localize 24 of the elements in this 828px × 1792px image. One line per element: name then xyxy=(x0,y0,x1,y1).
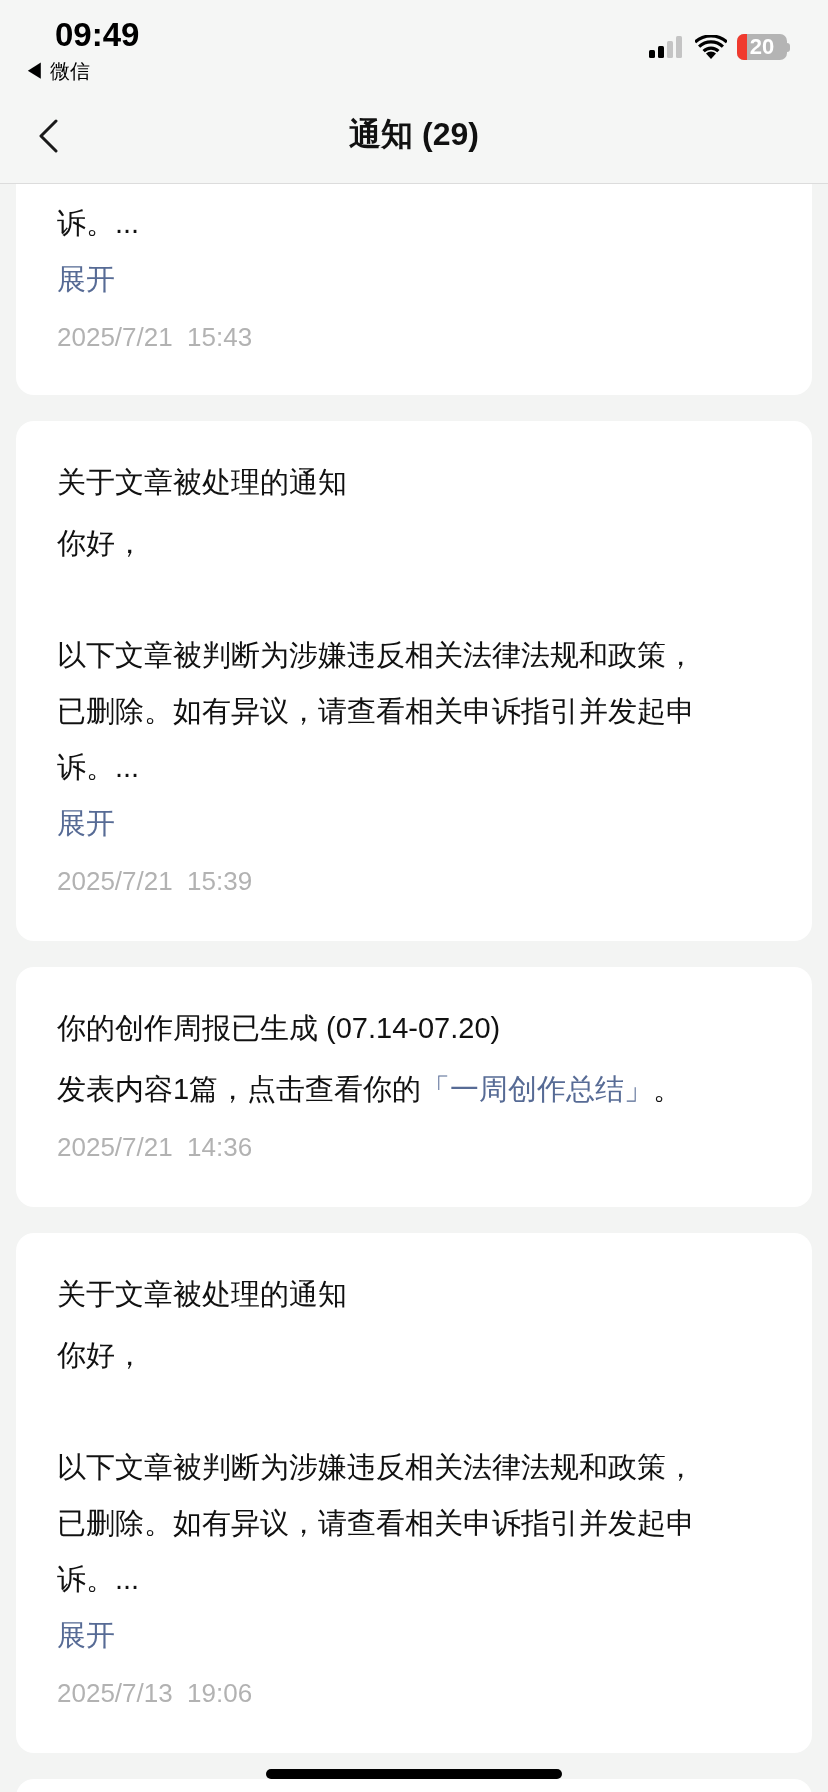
timestamp: 2025/7/21 14:36 xyxy=(57,1131,253,1164)
notification-title: 你的创作周报已生成 (07.14-07.20) xyxy=(57,1011,502,1046)
greeting-text: 你好， xyxy=(57,1338,145,1373)
page-title: 通知 (29) xyxy=(349,115,479,154)
back-icon xyxy=(38,119,58,153)
summary-link[interactable]: 「一周创作总结」 xyxy=(421,1073,654,1105)
expand-link[interactable]: 展开 xyxy=(57,251,115,307)
status-time: 09:49 xyxy=(55,16,140,54)
notification-body: 以下文章被判断为涉嫌违反相关法律法规和政策， 已删除。如有异议，请查看相关申诉指引并发起申 诉。... xyxy=(57,638,696,785)
notification-title: 关于文章被处理的通知 xyxy=(57,1277,348,1312)
battery-percent: 20 xyxy=(748,34,776,60)
wifi-icon xyxy=(695,35,727,59)
notification-body: 以下文章被判断为涉嫌违反相关法律法规和政策， 已删除。如有异议，请查看相关申诉指引并发起申 诉。... xyxy=(57,1450,696,1597)
timestamp: 2025/7/13 19:06 xyxy=(57,1677,253,1710)
expand-link[interactable]: 展开 xyxy=(57,1607,115,1663)
notification-body: 发表内容1篇，点击查看你的「一周创作总结」。 xyxy=(57,1072,684,1107)
timestamp: 2025/7/21 15:39 xyxy=(57,865,253,898)
back-to-app-link[interactable]: ◀ 微信 xyxy=(24,57,140,85)
notification-title: 关于文章被处理的通知 xyxy=(57,465,348,500)
signal-icon xyxy=(649,36,685,58)
expand-link[interactable]: 展开 xyxy=(57,795,115,851)
timestamp: 2025/7/21 15:43 xyxy=(57,321,253,354)
notification-body: 诉。... xyxy=(57,206,141,241)
greeting-text: 你好， xyxy=(57,526,145,561)
